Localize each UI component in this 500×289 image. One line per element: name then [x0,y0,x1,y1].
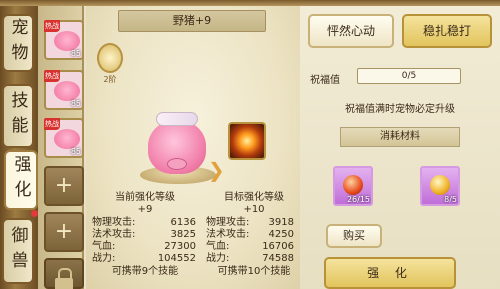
stat-value: 3825 [170,228,196,240]
stat-label: 气血: [206,241,230,253]
pet-portrait [54,31,80,51]
pet-snout [167,158,187,170]
current-stats: 当前强化等级 +9 物理攻击: 6136 法术攻击: 3825 气血: 2730… [92,192,198,278]
plus-icon: + [54,173,74,198]
pet-enhance-screen: 宠物 技能 强化 御兽 热战 85 热战 85 热战 85 + + 野猪+9 2… [0,0,500,289]
plus-icon: + [54,219,74,244]
current-title: 当前强化等级 [115,192,175,203]
stat-row: 物理攻击: 3918 [206,217,302,229]
stat-row: 气血: 16706 [206,241,302,253]
notification-dot [31,210,38,217]
buy-button[interactable]: 购买 [326,224,382,248]
stat-row: 法术攻击: 3825 [92,229,198,241]
pet-slot-2[interactable]: 热战 85 [44,70,84,110]
add-pet-slot[interactable]: + [44,212,84,252]
tab-pets[interactable]: 宠物 [2,14,34,72]
item-count: 26/15 [346,195,370,204]
target-title: 目标强化等级 [224,192,284,203]
heartbeat-button[interactable]: 怦然心动 [308,14,394,48]
stat-label: 法术攻击: [92,228,136,240]
arrow-right-icon: ❯ [208,158,225,182]
stat-row: 战力: 74588 [206,253,302,265]
blessing-label: 祝福值 [310,75,340,86]
consume-title: 消耗材料 [340,127,460,147]
target-stats: 目标强化等级 +10 物理攻击: 3918 法术攻击: 4250 气血: 167… [206,192,302,278]
stat-label: 物理攻击: [206,216,250,228]
stat-value: 16706 [262,241,294,253]
material-item-red[interactable]: 26/15 [333,166,373,206]
rank-badge-icon [97,43,123,73]
target-level: +10 [243,204,265,216]
steady-button[interactable]: 稳扎稳打 [402,14,492,48]
pet-level: 85 [70,49,81,58]
locked-slot [44,258,84,289]
stat-value: 6136 [170,216,196,228]
stat-row: 法术攻击: 4250 [206,229,302,241]
tab-taming[interactable]: 御兽 [2,218,34,284]
stat-value: 27300 [164,241,196,253]
skill-capacity: 可携带9个技能 [111,265,179,277]
enhance-button[interactable]: 强 化 [324,257,456,289]
fire-swirl-icon[interactable] [228,122,266,160]
stat-label: 战力: [206,253,230,265]
gold-gem-icon [430,175,450,195]
pet-portrait [54,81,80,101]
stat-row: 战力: 104552 [92,253,198,265]
lock-icon-body [55,278,73,289]
stat-row: 气血: 27300 [92,241,198,253]
pet-name: 野猪+9 [118,10,266,32]
pet-level: 85 [70,99,81,108]
pet-slot-3[interactable]: 热战 85 [44,118,84,158]
stat-value: 3918 [268,216,294,228]
hot-badge: 热战 [44,118,60,130]
stat-value: 74588 [262,253,294,265]
stat-label: 气血: [92,241,116,253]
stat-value: 4250 [268,228,294,240]
tab-enhance[interactable]: 强化 [4,150,38,210]
tab-skills[interactable]: 技能 [2,84,34,148]
pet-bow [156,112,198,126]
stat-label: 法术攻击: [206,228,250,240]
material-item-gold[interactable]: 8/5 [420,166,460,206]
pet-portrait [54,129,80,149]
red-gem-icon [343,175,363,195]
stat-label: 物理攻击: [92,216,136,228]
skill-capacity: 可携带10个技能 [217,265,291,277]
item-count: 8/5 [444,195,457,204]
blessing-progress: 0/5 [357,68,461,84]
rank-sub: 2阶 [103,75,117,84]
stat-row: 物理攻击: 6136 [92,217,198,229]
pet-slot-1[interactable]: 热战 85 [44,20,84,60]
add-pet-slot[interactable]: + [44,166,84,206]
pet-level: 85 [70,147,81,156]
hot-badge: 热战 [44,70,60,82]
blessing-note: 祝福值满时宠物必定升级 [345,104,455,115]
hot-badge: 热战 [44,20,60,32]
stat-value: 104552 [157,253,196,265]
current-level: +9 [137,204,153,216]
stat-label: 战力: [92,253,116,265]
